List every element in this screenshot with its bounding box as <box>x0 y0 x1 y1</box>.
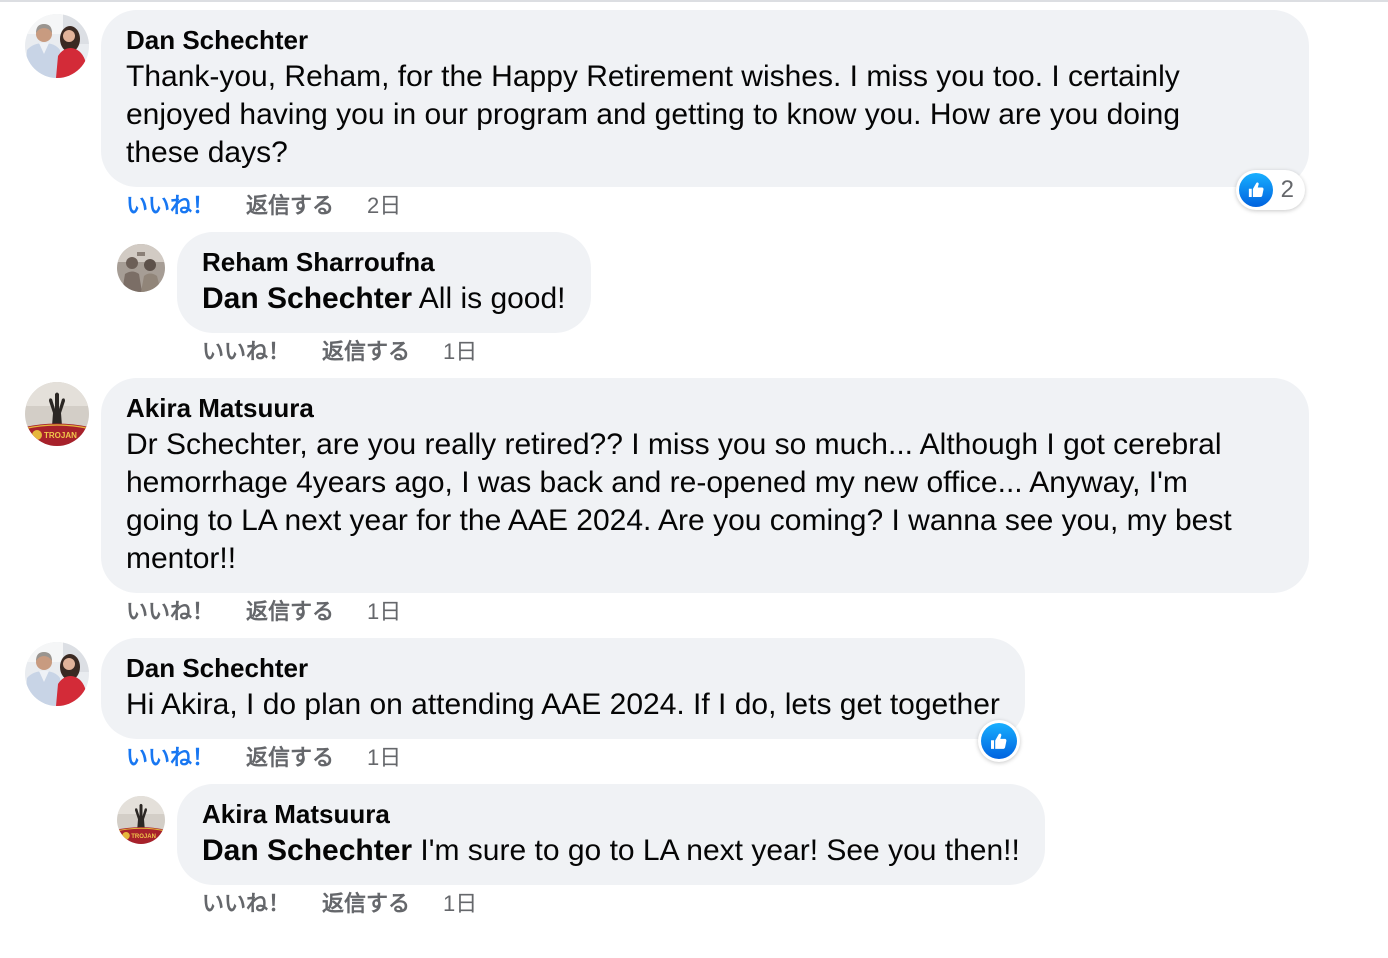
comment-actions: いいね！ 返信する 1日 <box>126 743 401 773</box>
comment: Dan Schechter Hi Akira, I do plan on att… <box>0 638 1388 784</box>
reply-content: Akira Matsuura Dan Schechter I'm sure to… <box>177 784 1045 930</box>
top-divider <box>0 0 1388 2</box>
reply-actions: いいね！ 返信する 1日 <box>202 337 477 367</box>
reply-author[interactable]: Reham Sharroufna <box>202 244 566 280</box>
comment-bubble: Dan Schechter Hi Akira, I do plan on att… <box>101 638 1025 762</box>
comment-bubble: Dan Schechter Thank-you, Reham, for the … <box>101 10 1309 210</box>
avatar-logo-text: TROJAN <box>131 834 156 840</box>
reply-bubble: Reham Sharroufna Dan Schechter All is go… <box>177 232 591 333</box>
reply-text-content: I'm sure to go to LA next year! See you … <box>420 834 1020 867</box>
reply: TROJAN Akira Matsuura Dan Schechter I'm … <box>0 784 1388 930</box>
comment-author[interactable]: Dan Schechter <box>126 650 1000 686</box>
comment-timestamp[interactable]: 1日 <box>367 743 401 773</box>
comment-author[interactable]: Dan Schechter <box>126 22 1284 58</box>
reply-text: Dan Schechter I'm sure to go to LA next … <box>202 832 1020 870</box>
comment-content: Akira Matsuura Dr Schechter, are you rea… <box>101 378 1309 638</box>
comment-thread: Dan Schechter Thank-you, Reham, for the … <box>0 10 1388 930</box>
comment-content: Dan Schechter Hi Akira, I do plan on att… <box>101 638 1025 784</box>
profile-photo <box>25 14 89 78</box>
comment-text-line: mentor!! <box>126 542 237 575</box>
reply-content: Reham Sharroufna Dan Schechter All is go… <box>177 232 591 378</box>
reply-actions: いいね！ 返信する 1日 <box>202 889 477 919</box>
comment-timestamp[interactable]: 2日 <box>367 191 401 221</box>
comment-text: Dr Schechter, are you really retired?? I… <box>126 426 1284 578</box>
reply-button[interactable]: 返信する <box>322 337 443 367</box>
profile-photo: TROJAN <box>117 796 165 844</box>
avatar[interactable] <box>25 642 89 706</box>
comment-text-line: Hi Akira, I do plan on attending AAE 202… <box>126 688 1000 721</box>
reaction-count: 2 <box>1280 176 1294 203</box>
like-button[interactable]: いいね！ <box>126 743 246 773</box>
like-button[interactable]: いいね！ <box>202 889 322 919</box>
reply-button[interactable]: 返信する <box>246 743 367 773</box>
comment-timestamp[interactable]: 1日 <box>443 337 477 367</box>
comment-text: Hi Akira, I do plan on attending AAE 202… <box>126 686 1000 724</box>
comment-actions: いいね！ 返信する 1日 <box>126 597 401 627</box>
profile-photo: TROJAN <box>25 382 89 446</box>
comment-text-line: hemorrhage 4years ago, I was back and re… <box>126 466 1188 499</box>
comment-text-line: going to LA next year for the AAE 2024. … <box>126 504 1232 537</box>
comment-text-line: Thank-you, Reham, for the Happy Retireme… <box>126 60 1180 93</box>
comment-text-line: enjoyed having you in our program and ge… <box>126 98 1180 131</box>
avatar[interactable] <box>25 14 89 78</box>
comment-text-line: Dr Schechter, are you really retired?? I… <box>126 428 1222 461</box>
like-icon <box>1238 173 1273 207</box>
reply-author[interactable]: Akira Matsuura <box>202 796 1020 832</box>
like-button[interactable]: いいね！ <box>126 597 246 627</box>
avatar-logo-text: TROJAN <box>44 431 77 440</box>
like-button[interactable]: いいね！ <box>126 191 246 221</box>
avatar[interactable]: TROJAN <box>117 796 165 844</box>
mention-link[interactable]: Dan Schechter <box>202 834 412 867</box>
avatar[interactable]: TROJAN <box>25 382 89 446</box>
reply-button[interactable]: 返信する <box>322 889 443 919</box>
profile-photo <box>25 642 89 706</box>
reply-bubble: Akira Matsuura Dan Schechter I'm sure to… <box>177 784 1045 885</box>
mention-link[interactable]: Dan Schechter <box>202 282 412 315</box>
comment-author[interactable]: Akira Matsuura <box>126 390 1284 426</box>
comment: TROJAN Akira Matsuura Dr Schechter, are … <box>0 378 1388 638</box>
profile-photo <box>117 244 165 292</box>
reaction-summary[interactable]: 2 <box>1235 170 1305 210</box>
comment-bubble: Akira Matsuura Dr Schechter, are you rea… <box>101 378 1309 593</box>
like-button[interactable]: いいね！ <box>202 337 322 367</box>
reply-button[interactable]: 返信する <box>246 597 367 627</box>
like-icon <box>980 723 1017 759</box>
reply-button[interactable]: 返信する <box>246 191 367 221</box>
avatar[interactable] <box>117 244 165 292</box>
comment-content: Dan Schechter Thank-you, Reham, for the … <box>101 10 1309 232</box>
reply-text: Dan Schechter All is good! <box>202 280 566 318</box>
comment-text: Thank-you, Reham, for the Happy Retireme… <box>126 58 1284 172</box>
reaction-summary[interactable] <box>977 720 1020 762</box>
comment-timestamp[interactable]: 1日 <box>367 597 401 627</box>
comment-actions: いいね！ 返信する 2日 <box>126 191 401 221</box>
reply: Reham Sharroufna Dan Schechter All is go… <box>0 232 1388 378</box>
comment-text-line: these days? <box>126 136 288 169</box>
comment: Dan Schechter Thank-you, Reham, for the … <box>0 10 1388 232</box>
comment-timestamp[interactable]: 1日 <box>443 889 477 919</box>
reply-text-content: All is good! <box>418 282 566 315</box>
